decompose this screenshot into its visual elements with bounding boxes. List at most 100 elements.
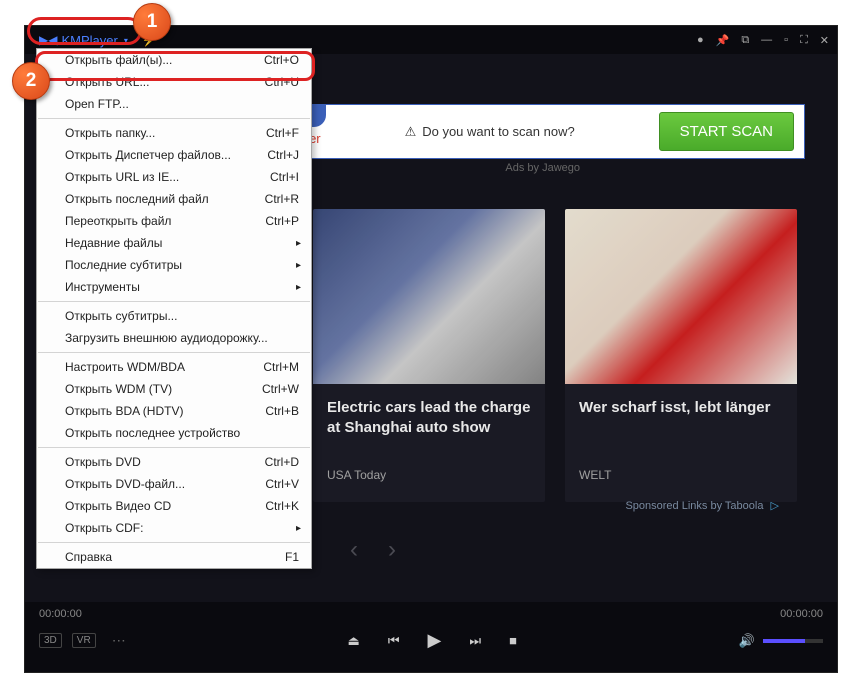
menu-shortcut: Ctrl+K [265, 499, 299, 513]
content-card[interactable]: Electric cars lead the charge at Shangha… [313, 209, 545, 502]
menu-item[interactable]: Настроить WDM/BDA Ctrl+M [37, 356, 311, 378]
menu-item-label: Загрузить внешнюю аудиодорожку... [65, 331, 268, 345]
card-source: USA Today [327, 468, 531, 482]
card-navigation: ‹ › [350, 536, 396, 564]
time-total: 00:00:00 [780, 608, 823, 620]
menu-item[interactable]: Открыть файл(ы)... Ctrl+O [37, 49, 311, 71]
menu-item[interactable]: Открыть URL из IE... Ctrl+I [37, 166, 311, 188]
menu-item[interactable]: Последние субтитры [37, 254, 311, 276]
menu-item[interactable]: Открыть URL... Ctrl+U [37, 71, 311, 93]
volume-slider[interactable] [763, 639, 823, 643]
menu-item-label: Open FTP... [65, 97, 129, 111]
chevron-down-icon: ▾ [124, 36, 128, 45]
menu-item-label: Открыть URL... [65, 75, 149, 89]
prev-card-button[interactable]: ‹ [350, 536, 358, 564]
menu-shortcut: Ctrl+D [265, 455, 299, 469]
stop-button[interactable]: ■ [509, 633, 517, 648]
record-icon[interactable]: ● [697, 34, 704, 46]
menu-separator [38, 352, 310, 353]
callout-1: 1 [133, 3, 171, 41]
minimize-button[interactable]: — [761, 34, 772, 46]
app-logo-icon: ▶◀ [39, 33, 57, 47]
menu-item[interactable]: Открыть DVD Ctrl+D [37, 451, 311, 473]
menu-item[interactable]: Загрузить внешнюю аудиодорожку... [37, 327, 311, 349]
menu-shortcut: Ctrl+F [266, 126, 299, 140]
next-card-button[interactable]: › [388, 536, 396, 564]
menu-separator [38, 447, 310, 448]
menu-shortcut: Ctrl+W [262, 382, 299, 396]
menu-separator [38, 301, 310, 302]
eject-button[interactable]: ⏏ [348, 633, 360, 649]
callout-2: 2 [12, 62, 50, 100]
next-button[interactable]: ⏭ [469, 633, 481, 649]
menu-item[interactable]: Открыть последний файлCtrl+R [37, 188, 311, 210]
sponsored-label[interactable]: Sponsored Links by Taboola ▷ [625, 499, 779, 512]
taboola-icon: ▷ [771, 500, 779, 512]
window-controls: ● 📌 ⧉ — ▫ ⛶ ✕ [697, 34, 829, 47]
scan-banner: go puter ⚠ Do you want to scan now? STAR… [280, 104, 805, 159]
menu-item[interactable]: Open FTP... [37, 93, 311, 115]
menu-item[interactable]: СправкаF1 [37, 546, 311, 568]
menu-item[interactable]: Открыть WDM (TV) Ctrl+W [37, 378, 311, 400]
menu-shortcut: Ctrl+U [265, 75, 299, 89]
menu-item[interactable]: Открыть BDA (HDTV)Ctrl+B [37, 400, 311, 422]
context-menu: Открыть файл(ы)... Ctrl+O Открыть URL... Ct… [36, 48, 312, 569]
menu-item-label: Открыть DVD-файл... [65, 477, 185, 491]
close-button[interactable]: ✕ [820, 34, 829, 47]
menu-item[interactable]: Открыть субтитры... [37, 305, 311, 327]
card-image [313, 209, 545, 384]
menu-item-label: Открыть последний файл [65, 192, 209, 206]
menu-shortcut: Ctrl+I [270, 170, 299, 184]
menu-item-label: Открыть субтитры... [65, 309, 177, 323]
3d-badge[interactable]: 3D [39, 633, 62, 648]
vr-badge[interactable]: VR [72, 633, 96, 648]
maximize-button[interactable]: ▫ [784, 34, 788, 46]
menu-item-label: Открыть Диспетчер файлов... [65, 148, 231, 162]
menu-item-label: Открыть DVD [65, 455, 141, 469]
menu-item[interactable]: Открыть DVD-файл... Ctrl+V [37, 473, 311, 495]
menu-item-label: Открыть последнее устройство [65, 426, 240, 440]
menu-item[interactable]: Инструменты [37, 276, 311, 298]
banner-question: ⚠ Do you want to scan now? [321, 124, 659, 140]
menu-item[interactable]: Открыть CDF: [37, 517, 311, 539]
volume-icon[interactable]: 🔊 [739, 633, 755, 649]
play-button[interactable]: ▶ [428, 630, 442, 651]
prev-button[interactable]: ⏮ [388, 633, 400, 649]
menu-item-label: Инструменты [65, 280, 140, 294]
menu-item-label: Открыть URL из IE... [65, 170, 179, 184]
more-icon[interactable]: ⋯ [112, 632, 126, 649]
card-title: Wer scharf isst, lebt länger [579, 398, 783, 460]
menu-item-label: Открыть WDM (TV) [65, 382, 172, 396]
menu-item[interactable]: Открыть последнее устройство [37, 422, 311, 444]
ads-by-label: Ads by Jawego [505, 162, 580, 174]
app-name: KMPlayer [61, 33, 117, 48]
menu-shortcut: Ctrl+J [267, 148, 299, 162]
time-elapsed: 00:00:00 [39, 608, 82, 620]
player-bar: 00:00:00 00:00:00 3D VR ⋯ ⏏ ⏮ ▶ ⏭ ■ 🔊 [25, 602, 837, 672]
menu-shortcut: Ctrl+B [265, 404, 299, 418]
menu-item[interactable]: Открыть Видео CD Ctrl+K [37, 495, 311, 517]
menu-shortcut: Ctrl+M [263, 360, 299, 374]
start-scan-button[interactable]: START SCAN [659, 112, 794, 151]
menu-item-label: Открыть файл(ы)... [65, 53, 172, 67]
menu-item[interactable]: Открыть Диспетчер файлов... Ctrl+J [37, 144, 311, 166]
menu-item-label: Настроить WDM/BDA [65, 360, 185, 374]
menu-shortcut: Ctrl+O [264, 53, 299, 67]
fullscreen-icon[interactable]: ⛶ [800, 34, 808, 47]
menu-item-label: Переоткрыть файл [65, 214, 171, 228]
pin-icon[interactable]: 📌 [716, 34, 730, 47]
menu-shortcut: F1 [285, 550, 299, 564]
menu-item[interactable]: Недавние файлы [37, 232, 311, 254]
menu-item-label: Открыть Видео CD [65, 499, 171, 513]
card-image [565, 209, 797, 384]
app-menu-trigger[interactable]: ▶◀ KMPlayer ▾ [33, 31, 134, 50]
menu-item-label: Последние субтитры [65, 258, 182, 272]
warning-icon: ⚠ [405, 124, 417, 140]
restore-icon[interactable]: ⧉ [741, 34, 749, 47]
menu-shortcut: Ctrl+V [265, 477, 299, 491]
menu-shortcut: Ctrl+P [265, 214, 299, 228]
menu-item-label: Недавние файлы [65, 236, 162, 250]
content-card[interactable]: Wer scharf isst, lebt länger WELT [565, 209, 797, 502]
menu-item[interactable]: Переоткрыть файл Ctrl+P [37, 210, 311, 232]
menu-item[interactable]: Открыть папку...Ctrl+F [37, 122, 311, 144]
